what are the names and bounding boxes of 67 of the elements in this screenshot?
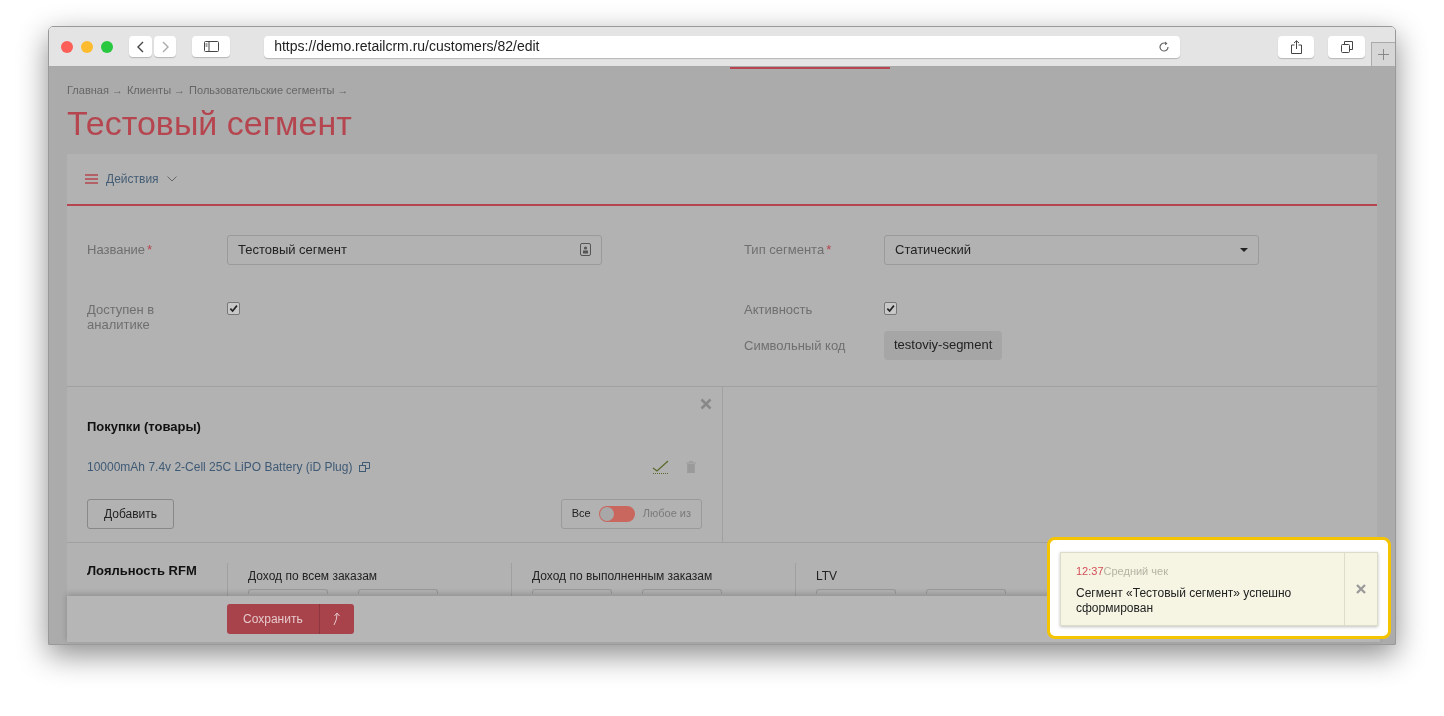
product-link[interactable]: 10000mAh 7.4v 2-Cell 25C LiPO Battery (iD Plug)	[87, 457, 353, 476]
actions-menu[interactable]: Действия	[85, 169, 177, 188]
back-button[interactable]	[128, 36, 152, 57]
checkbox[interactable]	[227, 302, 240, 315]
close-icon[interactable]	[700, 397, 712, 410]
minimize-window-icon[interactable]	[80, 40, 93, 53]
chevron-right-icon	[161, 40, 169, 53]
field-label: Доступен в аналитике	[87, 301, 156, 332]
menu-icon	[85, 173, 98, 184]
range-input[interactable]	[642, 588, 722, 594]
range-input[interactable]	[248, 588, 328, 594]
address-bar[interactable]: https://demo.retailcrm.ru/customers/82/edit	[264, 35, 1180, 58]
match-mode-switch[interactable]: Все Любое из	[560, 498, 702, 529]
checkmark-icon	[886, 304, 895, 313]
chevron-down-icon	[166, 175, 177, 182]
breadcrumb-link[interactable]: Главная →	[67, 82, 123, 99]
close-icon	[1356, 584, 1366, 594]
contact-card-icon	[580, 243, 591, 256]
checkmark-icon[interactable]	[652, 459, 669, 474]
field-label: Тип сегмента	[744, 241, 825, 257]
checkbox[interactable]	[884, 302, 897, 315]
required-mark: *	[826, 241, 832, 257]
arrow-up-icon	[332, 612, 341, 626]
close-window-icon[interactable]	[61, 40, 73, 53]
new-tab-button[interactable]	[1371, 41, 1395, 66]
section-title: Покупки (товары)	[87, 417, 201, 436]
field-label: Название	[87, 241, 146, 257]
name-field[interactable]: Тестовый сегмент	[227, 234, 602, 265]
sidebar-button[interactable]	[192, 36, 231, 57]
add-button[interactable]: Добавить	[87, 498, 175, 529]
column-heading: Доход по всем заказам	[248, 567, 378, 585]
forward-button[interactable]	[153, 36, 177, 57]
tabs-overview-icon	[1340, 40, 1353, 53]
match-option[interactable]: Все	[571, 505, 591, 522]
share-icon	[1290, 39, 1302, 54]
zoom-window-icon[interactable]	[100, 40, 113, 53]
column-heading: Средний чек	[1103, 564, 1168, 579]
share-button[interactable]	[1277, 35, 1315, 58]
breadcrumb-link[interactable]: Пользовательские сегменты →	[189, 82, 349, 99]
range-input[interactable]	[926, 588, 1006, 594]
column-heading: LTV	[816, 567, 838, 585]
match-option[interactable]: Любое из	[642, 505, 691, 522]
chevron-left-icon	[136, 40, 144, 53]
segment-type-select[interactable]: Статический	[884, 234, 1259, 265]
dropdown-caret-icon	[1240, 247, 1248, 252]
section-title: Лояльность RFM	[87, 562, 198, 579]
column-heading: Доход по выполненным заказам	[532, 567, 713, 585]
save-and-exit-button[interactable]	[318, 604, 354, 634]
open-window-icon[interactable]	[359, 461, 371, 472]
trash-icon[interactable]	[686, 460, 696, 473]
field-label: Символьный код	[744, 337, 846, 353]
required-mark: *	[147, 241, 153, 257]
notification-message: Сегмент «Тестовый сегмент» успешно сформирован	[1076, 585, 1293, 616]
page-title: Тестовый сегмент	[66, 102, 352, 143]
plus-icon	[1378, 48, 1390, 60]
range-input[interactable]	[532, 588, 612, 594]
tabs-button[interactable]	[1328, 35, 1366, 58]
field-label: Активность	[744, 301, 813, 317]
range-input[interactable]	[358, 588, 438, 594]
save-button[interactable]: Сохранить	[227, 604, 319, 634]
breadcrumb-link[interactable]: Клиенты →	[126, 82, 186, 99]
notification-time: 12:37	[1076, 564, 1104, 579]
range-input[interactable]	[816, 588, 896, 594]
reload-icon[interactable]	[1157, 40, 1170, 53]
sidebar-icon	[203, 41, 219, 52]
code-value: testoviy-segment	[884, 330, 1003, 360]
checkmark-icon	[229, 304, 238, 313]
